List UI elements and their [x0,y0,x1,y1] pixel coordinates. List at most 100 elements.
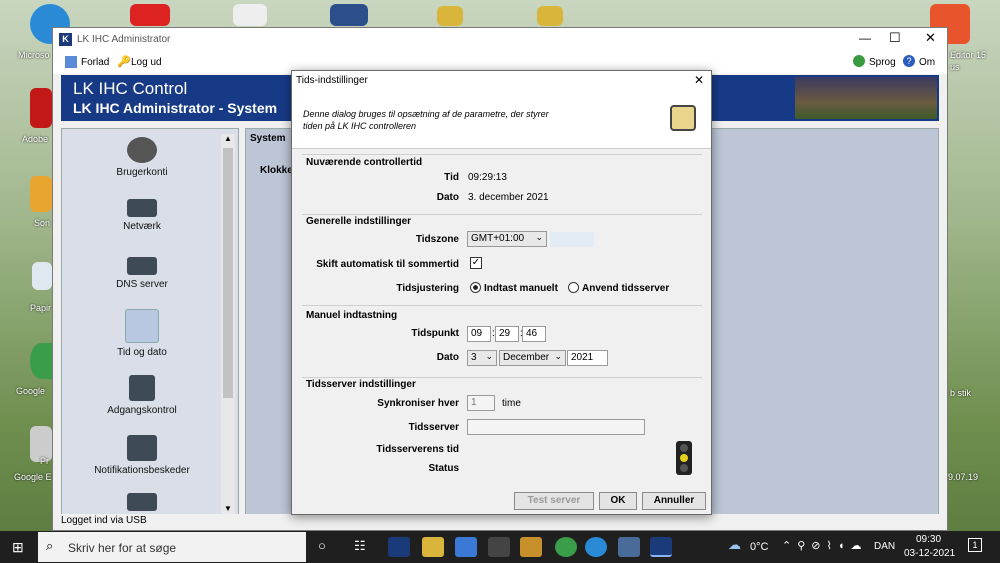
sidebar-item-label: Brugerkonti [116,167,168,178]
server-label: Tidsserver [408,422,459,433]
folder-desktop-icon[interactable] [537,6,563,26]
server-input[interactable] [467,419,645,435]
taskbar: ⊞ ⌕ Skriv her for at søge ○ ☷ ☁ 0°C ⌃⚲⊘⌇… [0,531,1000,563]
chrome-icon[interactable] [555,537,577,557]
scroll-thumb[interactable] [223,148,233,398]
lk-app-icon[interactable] [650,537,672,557]
widgets-icon[interactable]: ☷ [354,538,366,554]
second-input[interactable]: 46 [522,326,546,342]
section-heading: Generelle indstillinger [306,216,412,227]
cancel-button[interactable]: Annuller [642,492,706,510]
timezone-extra [550,232,594,247]
banner-subtitle: LK IHC Administrator - System [73,100,278,116]
dialog-close-button[interactable]: ✕ [694,73,704,87]
pdf-desktop-icon[interactable] [233,4,267,26]
section-heading: Nuværende controllertid [306,157,423,168]
hour-input[interactable]: 09 [467,326,491,342]
logout-menu[interactable]: Log ud [131,57,162,68]
sidebar-item-user-accounts[interactable]: Brugerkonti [62,137,222,178]
sidebar-scrollbar[interactable]: ▲ ▼ [221,134,235,516]
house-image [795,77,937,119]
edge-icon[interactable] [585,537,607,557]
envelope-icon [127,493,157,511]
notification-icon[interactable]: 1 [968,538,982,552]
timezone-select[interactable]: GMT+01:00 ⌄ [467,231,547,247]
sidebar-item-access-control[interactable]: Adgangskontrol [62,375,222,416]
minute-input[interactable]: 29 [495,326,519,342]
tray-icons[interactable]: ⌃⚲⊘⌇◖☁ [782,539,868,552]
ok-button[interactable]: OK [599,492,637,510]
sidebar-item-dns[interactable]: DNS server [62,257,222,290]
scroll-up-icon[interactable]: ▲ [224,134,232,143]
sonos-icon[interactable] [520,537,542,557]
sony-desktop-icon[interactable] [30,176,52,212]
chevron-down-icon: ⌄ [554,351,562,361]
desktop-label: Google [16,386,46,396]
sidebar-item-label: Notifikationsbeskeder [94,465,190,476]
clock-date[interactable]: 03-12-2021 [904,548,955,559]
task-view-icon[interactable]: ○ [318,538,326,553]
close-button[interactable]: ✕ [925,30,936,46]
content-label: Klokke [260,165,293,176]
photoshop-desktop-icon[interactable] [330,4,368,26]
manual-date-label: Dato [436,352,459,363]
windows-start-icon[interactable]: ⊞ [12,539,24,556]
search-icon: ⌕ [46,538,54,553]
sidebar-item-label: Tid og dato [117,347,167,358]
leave-menu[interactable]: Forlad [81,57,109,68]
desktop-label: Son [34,218,51,228]
language-menu[interactable]: Sprog [869,57,896,68]
dst-checkbox[interactable]: ✓ [470,257,482,269]
radio-server[interactable] [568,282,579,293]
title-bar: K LK IHC Administrator — ☐ ✕ [53,28,947,52]
year-input[interactable]: 2021 [567,350,608,366]
pdf-desktop-icon[interactable] [130,4,170,26]
calculator-icon[interactable] [488,537,510,557]
clock-calendar-icon [670,105,696,131]
sync-label: Synkroniser hver [377,398,459,409]
photo-app-icon[interactable] [618,537,640,557]
status-label: Status [428,463,459,474]
scroll-down-icon[interactable]: ▼ [224,504,232,513]
lk-logo-icon: K [59,33,72,46]
timezone-label: Tidszone [415,234,459,245]
taskbar-search[interactable]: ⌕ Skriv her for at søge [38,532,306,562]
sidebar-item-notifications[interactable]: Notifikationsbeskeder [62,435,222,476]
content-tab[interactable]: System [250,133,286,144]
radio-manual[interactable] [470,282,481,293]
sidebar-item-more[interactable] [62,493,222,515]
dialog-description: Denne dialog bruges til opsætning af de … [303,109,549,131]
desktop-label: Editor 15 [950,50,987,60]
search-placeholder: Skriv her for at søge [68,541,177,555]
desktop-label: 9.07.19 [948,472,979,482]
sidebar-item-network[interactable]: Netværk [62,199,222,232]
language-indicator[interactable]: DAN [874,541,895,552]
explorer-icon[interactable] [422,537,444,557]
desktop-label: us [950,62,960,72]
minimize-button[interactable]: — [859,31,871,45]
server-time-label: Tidsserverens tid [376,444,459,455]
month-select[interactable]: December ⌄ [499,350,566,366]
recycle-bin-icon[interactable] [32,262,52,290]
folder-desktop-icon[interactable] [437,6,463,26]
sidebar-item-time-date[interactable]: Tid og dato [62,309,222,358]
chrome-desktop-icon[interactable] [30,343,52,379]
lk-app-icon[interactable] [388,537,410,557]
sync-unit: time [502,398,521,409]
day-select[interactable]: 3 ⌄ [467,350,497,366]
test-server-button[interactable]: Test server [514,492,594,510]
section-heading: Tidsserver indstillinger [306,379,416,390]
desktop-label: Microso [18,50,50,60]
store-icon[interactable] [455,537,477,557]
sync-input[interactable]: 1 [467,395,495,411]
current-date-value: 3. december 2021 [468,192,549,203]
clock-time[interactable]: 09:30 [916,534,941,545]
adobe-desktop-icon[interactable] [30,88,52,128]
maximize-button[interactable]: ☐ [889,30,901,46]
about-menu[interactable]: Om [919,57,935,68]
time-label: Tid [444,172,459,183]
sidebar-item-label: DNS server [116,279,168,290]
desktop-label: Papir [30,303,52,313]
desktop-label: Google E [14,472,52,482]
network-icon [127,199,157,217]
